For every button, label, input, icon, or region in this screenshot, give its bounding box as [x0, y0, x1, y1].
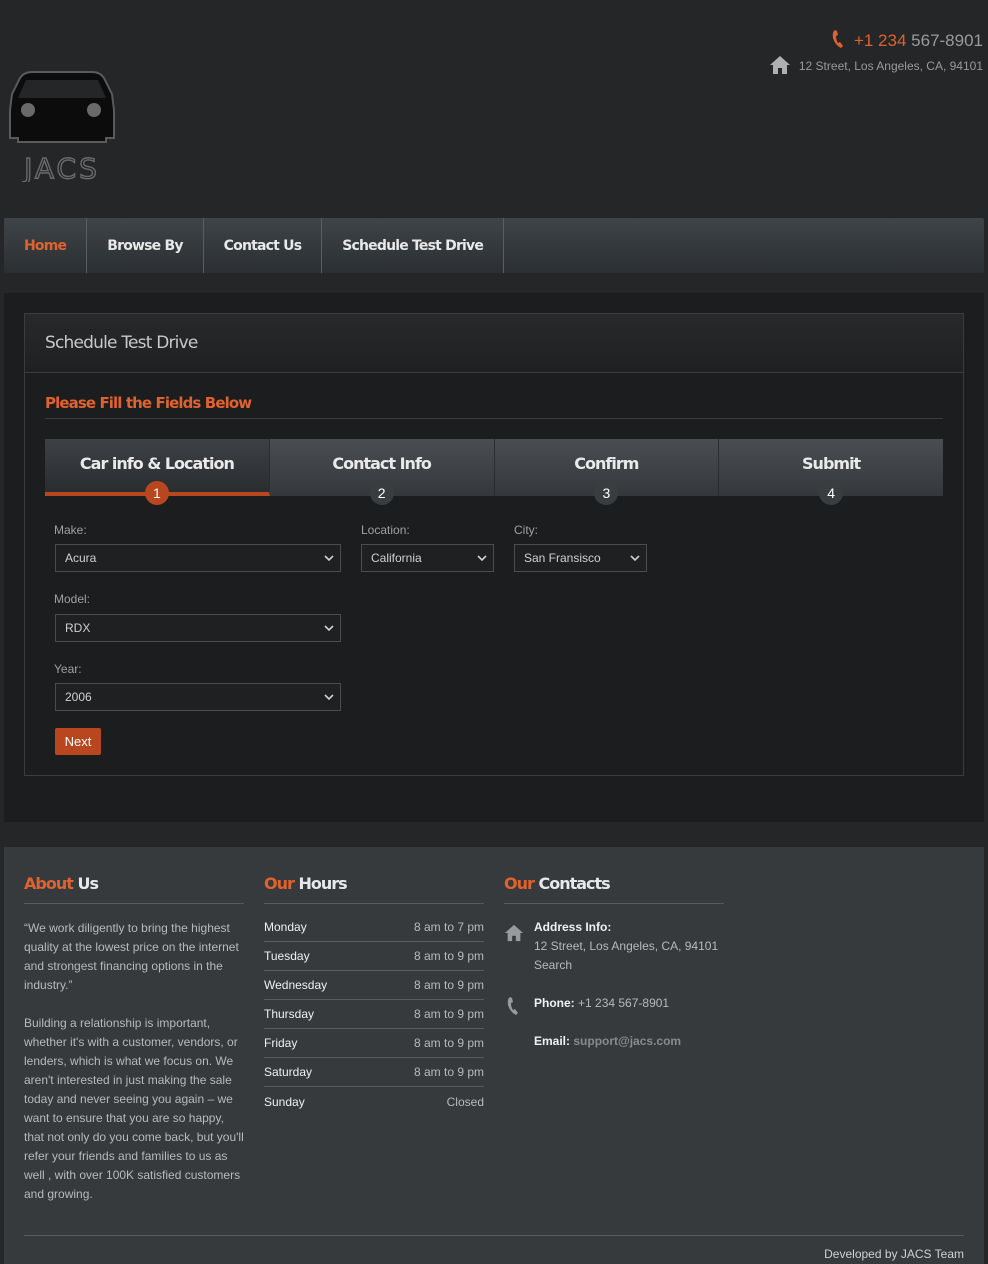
address-search-link[interactable]: Search	[534, 956, 718, 975]
hours-row: Tuesday 8 am to 9 pm	[264, 942, 484, 971]
panel-header: Schedule Test Drive	[25, 314, 963, 373]
step-number: 3	[594, 481, 619, 505]
hours-row: Sunday Closed	[264, 1094, 484, 1109]
site-footer: About Us “We work diligently to bring th…	[4, 847, 984, 1264]
hours-row: Monday 8 am to 7 pm	[264, 913, 484, 942]
site-logo[interactable]: JACS	[6, 70, 118, 186]
wizard-steps: Car info & Location 1 Contact Info 2 Con…	[45, 439, 943, 505]
nav-contact-us[interactable]: Contact Us	[204, 218, 323, 273]
form-subtitle: Please Fill the Fields Below	[45, 394, 252, 412]
home-icon	[769, 55, 791, 78]
about-divider	[24, 903, 244, 904]
contacts-divider	[504, 903, 724, 904]
chevron-down-icon	[630, 555, 640, 562]
header-phone: +1 234 567-8901	[769, 29, 983, 54]
hours-row: Wednesday 8 am to 9 pm	[264, 971, 484, 1000]
logo-text: JACS	[22, 152, 100, 182]
make-select[interactable]: Acura	[55, 544, 341, 572]
schedule-panel: Schedule Test Drive Please Fill the Fiel…	[24, 313, 964, 776]
contact-address: Address Info: 12 Street, Los Angeles, CA…	[534, 918, 718, 975]
hours-row: Saturday 8 am to 9 pm	[264, 1058, 484, 1087]
step-confirm[interactable]: Confirm 3	[495, 439, 720, 505]
phone-icon	[507, 996, 521, 1021]
city-label: City:	[514, 523, 538, 537]
make-label: Make:	[54, 523, 87, 537]
nav-schedule-test-drive[interactable]: Schedule Test Drive	[322, 218, 505, 273]
hours-row: Thursday 8 am to 9 pm	[264, 1000, 484, 1029]
chevron-down-icon	[324, 625, 334, 632]
step-contact-info[interactable]: Contact Info 2	[270, 439, 495, 505]
location-select[interactable]: California	[361, 544, 494, 572]
nav-home[interactable]: Home	[4, 218, 88, 273]
chevron-down-icon	[324, 694, 334, 701]
city-select[interactable]: San Fransisco	[514, 544, 647, 572]
about-text: “We work diligently to bring the highest…	[24, 919, 246, 1223]
about-paragraph: “We work diligently to bring the highest…	[24, 921, 239, 992]
chevron-down-icon	[477, 555, 487, 562]
nav-browse-by[interactable]: Browse By	[87, 218, 204, 273]
chevron-down-icon	[324, 555, 334, 562]
about-title: About Us	[24, 874, 99, 893]
footer-credit: Developed by JACS Team	[824, 1247, 964, 1261]
hours-divider	[264, 903, 484, 904]
step-number: 4	[819, 481, 844, 505]
contact-email: Email: support@jacs.com	[534, 1034, 682, 1048]
header-phone-number: +1 234 567-8901	[853, 31, 983, 50]
home-icon	[504, 923, 524, 948]
model-label: Model:	[54, 592, 91, 606]
phone-icon	[832, 29, 846, 54]
panel-title: Schedule Test Drive	[45, 333, 198, 353]
contact-phone: Phone: +1 234 567-8901	[534, 996, 670, 1010]
subtitle-divider	[45, 418, 943, 419]
main-content: Schedule Test Drive Please Fill the Fiel…	[4, 293, 984, 822]
contacts-title: Our Contacts	[504, 874, 611, 893]
footer-divider	[24, 1235, 964, 1236]
step-submit[interactable]: Submit 4	[719, 439, 943, 505]
step-number: 1	[144, 481, 169, 505]
step-car-info[interactable]: Car info & Location 1	[45, 439, 270, 505]
year-label: Year:	[54, 662, 82, 676]
hours-title: Our Hours	[264, 874, 348, 893]
main-nav: Home Browse By Contact Us Schedule Test …	[4, 218, 984, 273]
header-address: 12 Street, Los Angeles, CA, 94101	[769, 54, 983, 78]
model-select[interactable]: RDX	[55, 614, 341, 642]
header-contact: +1 234 567-8901 12 Street, Los Angeles, …	[769, 29, 983, 78]
about-paragraph: Building a relationship is important, wh…	[24, 1016, 244, 1201]
email-link[interactable]: support@jacs.com	[573, 1034, 681, 1048]
year-select[interactable]: 2006	[55, 683, 341, 711]
location-label: Location:	[361, 523, 410, 537]
next-button[interactable]: Next	[55, 728, 101, 755]
hours-row: Friday 8 am to 9 pm	[264, 1029, 484, 1058]
step-number: 2	[369, 481, 394, 505]
